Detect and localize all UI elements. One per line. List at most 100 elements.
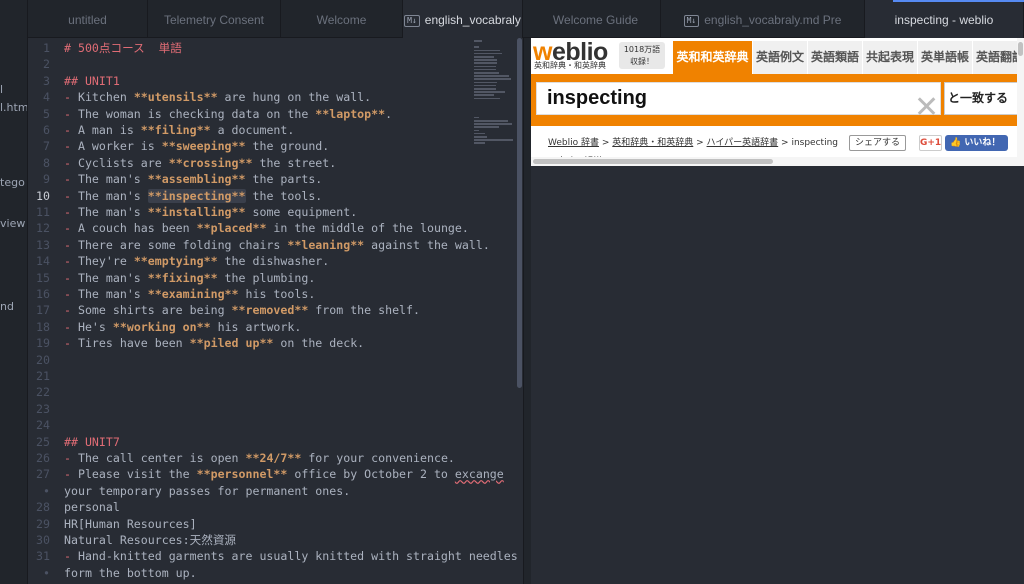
tab-telemetry-consent[interactable]: Telemetry Consent	[148, 0, 281, 38]
editor-line[interactable]: 13- There are some folding chairs **lean…	[28, 237, 523, 253]
editor-line[interactable]: 1 # 500点コース 単語	[28, 40, 523, 56]
line-number: 21	[36, 369, 50, 383]
text-token: **personnel**	[196, 467, 288, 482]
line-text: - A man is **filing** a document.	[64, 122, 294, 138]
tab-welcome[interactable]: Welcome	[281, 0, 403, 38]
editor-line[interactable]: 27- Please visit the **personnel** offic…	[28, 466, 523, 482]
tab-inspecting-weblio[interactable]: inspecting - weblio	[865, 0, 1024, 38]
editor-line[interactable]: 8- Cyclists are **crossing** the street.	[28, 155, 523, 171]
text-token: **removed**	[231, 303, 309, 318]
editor-line[interactable]: 9- The man's **assembling** the parts.	[28, 171, 523, 187]
editor-line[interactable]: 26- The call center is open **24/7** for…	[28, 450, 523, 466]
search-input[interactable]: inspecting ✕	[536, 82, 941, 123]
editor-line[interactable]: 11- The man's **installing** some equipm…	[28, 204, 523, 220]
line-number: 24	[36, 418, 50, 433]
facebook-like-button[interactable]: 👍 いいね！	[945, 135, 1008, 151]
text-token: -	[64, 123, 71, 137]
nav-tab-collocations[interactable]: 共起表現	[863, 41, 918, 74]
line-number: 30	[36, 533, 50, 547]
editor-line[interactable]: 16- The man's **examining** his tools.	[28, 286, 523, 302]
tree-item[interactable]: l.htm	[0, 101, 27, 114]
minimap-line	[474, 72, 500, 74]
share-button[interactable]: シェアする	[849, 135, 907, 151]
line-text: - A couch has been **placed** in the mid…	[64, 220, 469, 236]
editor-line[interactable]: 21	[28, 368, 523, 384]
editor-line[interactable]: • your temporary passes for permanent one…	[28, 483, 523, 499]
editor-line[interactable]: 20	[28, 352, 523, 368]
text-token: **emptying**	[133, 254, 218, 269]
tab-english-vocabraly[interactable]: M↓ english_vocabraly	[403, 0, 523, 38]
match-mode-select[interactable]: と一致する	[944, 82, 1024, 115]
editor-line[interactable]: 29 HR[Human Resources]	[28, 516, 523, 532]
editor-line[interactable]: 6- A man is **filing** a document.	[28, 122, 523, 138]
line-number: 26	[36, 451, 50, 465]
text-token: office by October 2 to	[287, 467, 455, 482]
line-number: 29	[36, 516, 50, 531]
text-token: **placed**	[196, 221, 267, 236]
minimap[interactable]	[474, 40, 514, 200]
line-number: •	[43, 483, 50, 498]
line-text: - A worker is **sweeping** the ground.	[64, 138, 329, 154]
line-number: 8	[43, 155, 50, 170]
editor-line[interactable]: 2	[28, 56, 523, 72]
editor-line[interactable]: 7- A worker is **sweeping** the ground.	[28, 138, 523, 154]
scroll-thumb[interactable]	[1018, 42, 1023, 56]
editor-line[interactable]: 14- They're **emptying** the dishwasher.	[28, 253, 523, 269]
editor-line[interactable]: 5- The woman is checking data on the **l…	[28, 106, 523, 122]
markdown-editor[interactable]: 1 # 500点コース 単語 2 3 ## UNIT1 4- Kitchen **uten…	[28, 38, 523, 584]
line-text: - Kitchen **utensils** are hung on the w…	[64, 89, 371, 105]
editor-line[interactable]: 10- The man's **inspecting** the tools.	[28, 188, 523, 204]
tab-markdown-preview[interactable]: M↓ english_vocabraly.md Pre	[661, 0, 865, 38]
editor-line[interactable]: • form the bottom up.	[28, 565, 523, 581]
text-token: ## UNIT1	[64, 73, 120, 88]
editor-line[interactable]: 3 ## UNIT1	[28, 73, 523, 89]
text-token: The call center is open	[70, 451, 246, 465]
editor-line[interactable]: 12- A couch has been **placed** in the m…	[28, 220, 523, 236]
tree-item[interactable]: l	[0, 83, 3, 96]
nav-tab-synonyms[interactable]: 英語類語	[808, 41, 863, 74]
tree-item[interactable]: nd	[0, 300, 14, 313]
editor-scrollbar[interactable]	[517, 38, 522, 388]
editor-line[interactable]: 23	[28, 401, 523, 417]
editor-line[interactable]: 19- Tires have been **piled up** on the …	[28, 335, 523, 351]
editor-line[interactable]: 22	[28, 384, 523, 400]
pane-divider[interactable]	[523, 38, 531, 584]
line-number: 19	[36, 336, 50, 351]
google-plus-button[interactable]: G+1	[919, 135, 942, 151]
breadcrumb-link[interactable]: 英和辞典・和英辞典	[612, 138, 693, 148]
text-token: -	[64, 139, 71, 154]
nav-tab-examples[interactable]: 英語例文	[753, 41, 808, 74]
text-token: **crossing**	[168, 155, 253, 170]
editor-line[interactable]: 30 Natural Resources:天然資源	[28, 532, 523, 548]
breadcrumb-link[interactable]: ハイパー英語辞書	[707, 138, 779, 148]
nav-tab-wordbook[interactable]: 英単語帳	[918, 41, 973, 74]
nav-tab-dictionary[interactable]: 英和和英辞典	[673, 41, 753, 74]
tree-item[interactable]: view	[0, 217, 25, 230]
word-count-badge: 1018万語 収録！	[619, 42, 665, 69]
editor-line[interactable]: 28 personal	[28, 499, 523, 515]
editor-line[interactable]: 24	[28, 417, 523, 433]
clear-icon[interactable]: ✕	[914, 93, 939, 123]
editor-line[interactable]: 25 ## UNIT7	[28, 434, 523, 450]
editor-line[interactable]: 4- Kitchen **utensils** are hung on the …	[28, 89, 523, 105]
scroll-thumb[interactable]	[533, 159, 773, 164]
editor-line[interactable]: 31- Hand-knitted garments are usually kn…	[28, 548, 523, 564]
text-token: -	[64, 106, 71, 121]
text-token: -	[64, 319, 71, 334]
text-token: HR[Human Resources]	[64, 516, 197, 531]
line-number: 17	[36, 303, 50, 318]
tab-welcome-guide[interactable]: Welcome Guide	[531, 0, 661, 38]
tab-untitled[interactable]: untitled	[28, 0, 148, 38]
editor-line[interactable]: 17- Some shirts are being **removed** fr…	[28, 302, 523, 318]
vertical-scrollbar[interactable]	[1017, 38, 1024, 157]
text-token: They're	[70, 254, 134, 269]
minimap-line	[474, 52, 503, 55]
editor-line[interactable]: 15- The man's **fixing** the plumbing.	[28, 270, 523, 286]
breadcrumb-link[interactable]: Weblio 辞書	[548, 138, 599, 148]
line-number: 15	[36, 270, 50, 285]
text-token: your temporary passes for permanent ones…	[64, 483, 351, 498]
horizontal-scrollbar[interactable]	[531, 157, 1024, 166]
editor-line[interactable]: 18- He's **working on** his artwork.	[28, 319, 523, 335]
tree-item[interactable]: tego	[0, 176, 25, 189]
breadcrumb: Weblio 辞書 > 英和辞典・和英辞典 > ハイパー英語辞書 > inspe…	[548, 138, 838, 148]
